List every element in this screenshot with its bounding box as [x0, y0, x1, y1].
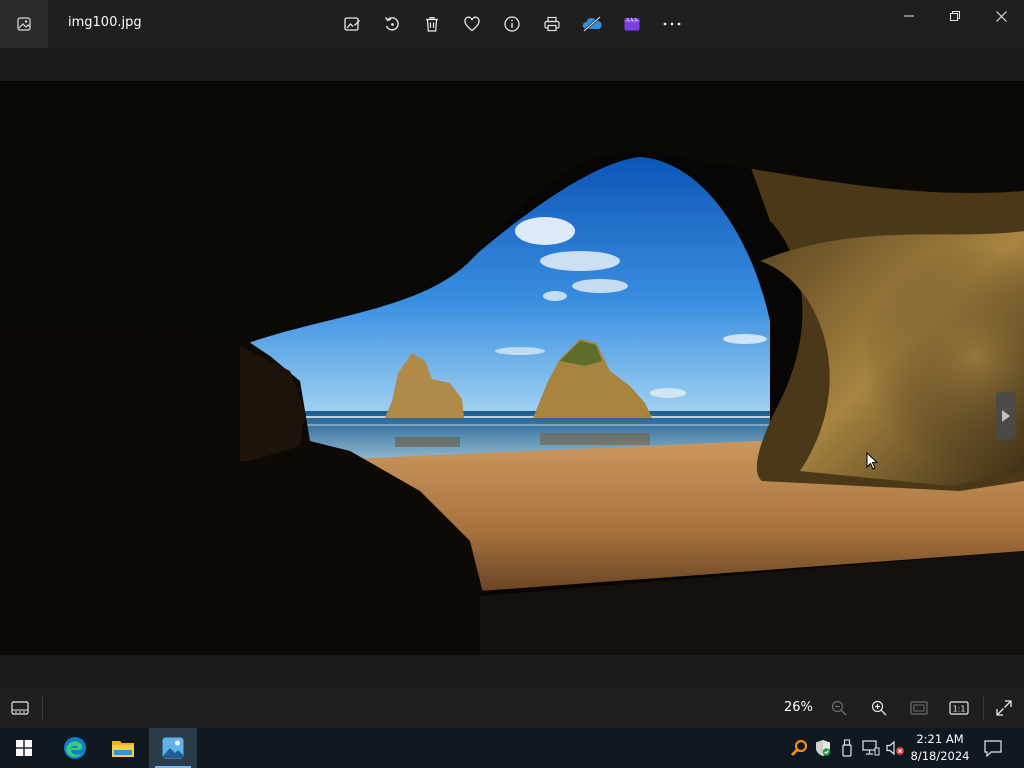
- restore-icon: [950, 11, 960, 21]
- usb-drive-icon: [842, 739, 852, 757]
- file-info-button[interactable]: [500, 12, 524, 36]
- more-button[interactable]: [660, 12, 684, 36]
- cave-beach-photo: [0, 81, 1024, 655]
- defender-shield-icon: [816, 740, 831, 756]
- filmstrip-icon: [11, 701, 29, 715]
- windows-logo-icon: [16, 740, 32, 756]
- zoom-in-button[interactable]: [867, 696, 891, 720]
- heart-icon: [464, 16, 480, 32]
- photos-app-icon[interactable]: [0, 0, 48, 48]
- magnifier-orange-icon: [791, 739, 808, 756]
- taskbar-file-explorer[interactable]: [99, 728, 147, 768]
- file-name: img100.jpg: [68, 15, 142, 30]
- zoom-in-icon: [871, 700, 887, 716]
- taskbar-photos[interactable]: [149, 728, 197, 768]
- fit-to-window-button[interactable]: [907, 696, 931, 720]
- favorite-button[interactable]: [460, 12, 484, 36]
- fullscreen-expand-icon: [996, 700, 1012, 716]
- filmstrip-toggle-button[interactable]: [8, 696, 32, 720]
- actual-size-icon: 1:1: [949, 701, 969, 715]
- info-icon: [504, 16, 520, 32]
- clipchamp-button[interactable]: [620, 12, 644, 36]
- actual-size-button[interactable]: 1:1: [947, 696, 971, 720]
- onedrive-button[interactable]: [580, 12, 604, 36]
- onedrive-cloud-icon: [582, 16, 602, 32]
- next-image-button[interactable]: [996, 392, 1016, 440]
- edge-browser-icon: [64, 737, 86, 759]
- fullscreen-button[interactable]: [992, 696, 1016, 720]
- taskbar-edge[interactable]: [51, 728, 99, 768]
- zoom-level: 26%: [784, 700, 813, 715]
- viewer-bottom-bar: 26% 1:1: [0, 688, 1024, 728]
- rotate-button[interactable]: [380, 12, 404, 36]
- printer-icon: [544, 16, 560, 32]
- tray-network[interactable]: [860, 728, 882, 768]
- delete-button[interactable]: [420, 12, 444, 36]
- title-bar: img100.jpg: [0, 0, 1024, 48]
- close-icon: [995, 10, 1007, 22]
- image-viewer[interactable]: [0, 48, 1024, 688]
- more-dots-icon: [663, 22, 681, 26]
- action-center-button[interactable]: [978, 728, 1008, 768]
- tray-volume[interactable]: [884, 728, 906, 768]
- close-button[interactable]: [978, 0, 1024, 32]
- zoom-out-button[interactable]: [827, 696, 851, 720]
- clipchamp-icon: [624, 17, 640, 31]
- minimize-icon: [904, 15, 914, 17]
- clock-date: 8/18/2024: [910, 749, 970, 763]
- taskbar: 2:21 AM 8/18/2024: [0, 728, 1024, 768]
- file-explorer-folder-icon: [112, 741, 134, 757]
- mouse-pointer-icon: [866, 452, 878, 470]
- minimize-button[interactable]: [886, 0, 932, 32]
- print-button[interactable]: [540, 12, 564, 36]
- next-triangle-icon: [1002, 410, 1010, 422]
- network-ethernet-icon: [862, 740, 880, 756]
- tray-usb-device[interactable]: [836, 728, 858, 768]
- separator: [983, 696, 984, 720]
- speaker-muted-icon: [886, 740, 904, 756]
- photos-app-taskbar-icon: [162, 737, 184, 759]
- trash-icon: [426, 17, 438, 32]
- actual-size-label: 1:1: [953, 704, 966, 713]
- tray-search-app[interactable]: [788, 728, 810, 768]
- maximize-button[interactable]: [932, 0, 978, 32]
- photo-display[interactable]: [0, 81, 1024, 655]
- edit-image-button[interactable]: [340, 12, 364, 36]
- tray-windows-security[interactable]: [812, 728, 834, 768]
- edit-image-icon: [344, 17, 360, 31]
- separator: [42, 696, 43, 720]
- zoom-out-icon: [831, 700, 847, 716]
- fit-to-window-icon: [910, 701, 928, 715]
- taskbar-clock[interactable]: 2:21 AM 8/18/2024: [908, 731, 972, 765]
- rotate-icon: [384, 17, 399, 31]
- clock-time: 2:21 AM: [916, 732, 964, 746]
- notification-icon: [984, 739, 1002, 757]
- start-button[interactable]: [0, 728, 48, 768]
